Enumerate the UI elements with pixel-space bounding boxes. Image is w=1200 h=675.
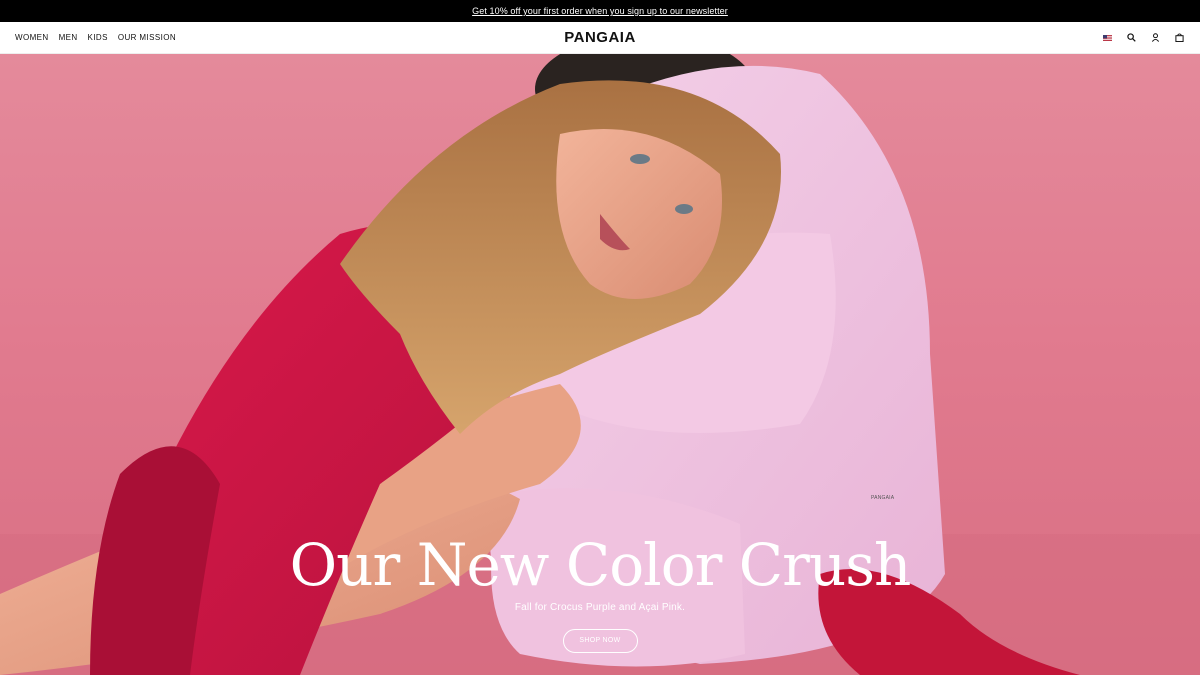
shop-now-button[interactable]: SHOP NOW — [562, 629, 638, 653]
nav-women[interactable]: WOMEN — [15, 33, 49, 42]
hero-title: Our New Color Crush — [289, 531, 912, 599]
announcement-bar: Get 10% off your first order when you si… — [0, 0, 1200, 22]
hero-subtitle: Fall for Crocus Purple and Açai Pink. — [514, 602, 686, 613]
nav-kids[interactable]: KIDS — [88, 33, 108, 42]
nav-our-mission[interactable]: OUR MISSION — [118, 33, 176, 42]
nav-men[interactable]: MEN — [59, 33, 78, 42]
main-nav: WOMEN MEN KIDS OUR MISSION — [15, 33, 176, 42]
garment-logo-tag: PANGAIA — [871, 495, 895, 501]
us-flag-icon[interactable] — [1102, 32, 1113, 43]
brand-logo[interactable]: PANGAIA — [564, 29, 636, 46]
newsletter-link[interactable]: Get 10% off your first order when you si… — [472, 6, 728, 16]
site-header: WOMEN MEN KIDS OUR MISSION PANGAIA — [0, 22, 1200, 54]
hero-content: Our New Color Crush Fall for Crocus Purp… — [0, 532, 1200, 653]
header-tools — [1102, 32, 1185, 43]
search-icon[interactable] — [1126, 32, 1137, 43]
hero-banner[interactable]: PANGAIA Our New Color Crush Fall for Cro… — [0, 54, 1200, 675]
bag-icon[interactable] — [1174, 32, 1185, 43]
account-icon[interactable] — [1150, 32, 1161, 43]
